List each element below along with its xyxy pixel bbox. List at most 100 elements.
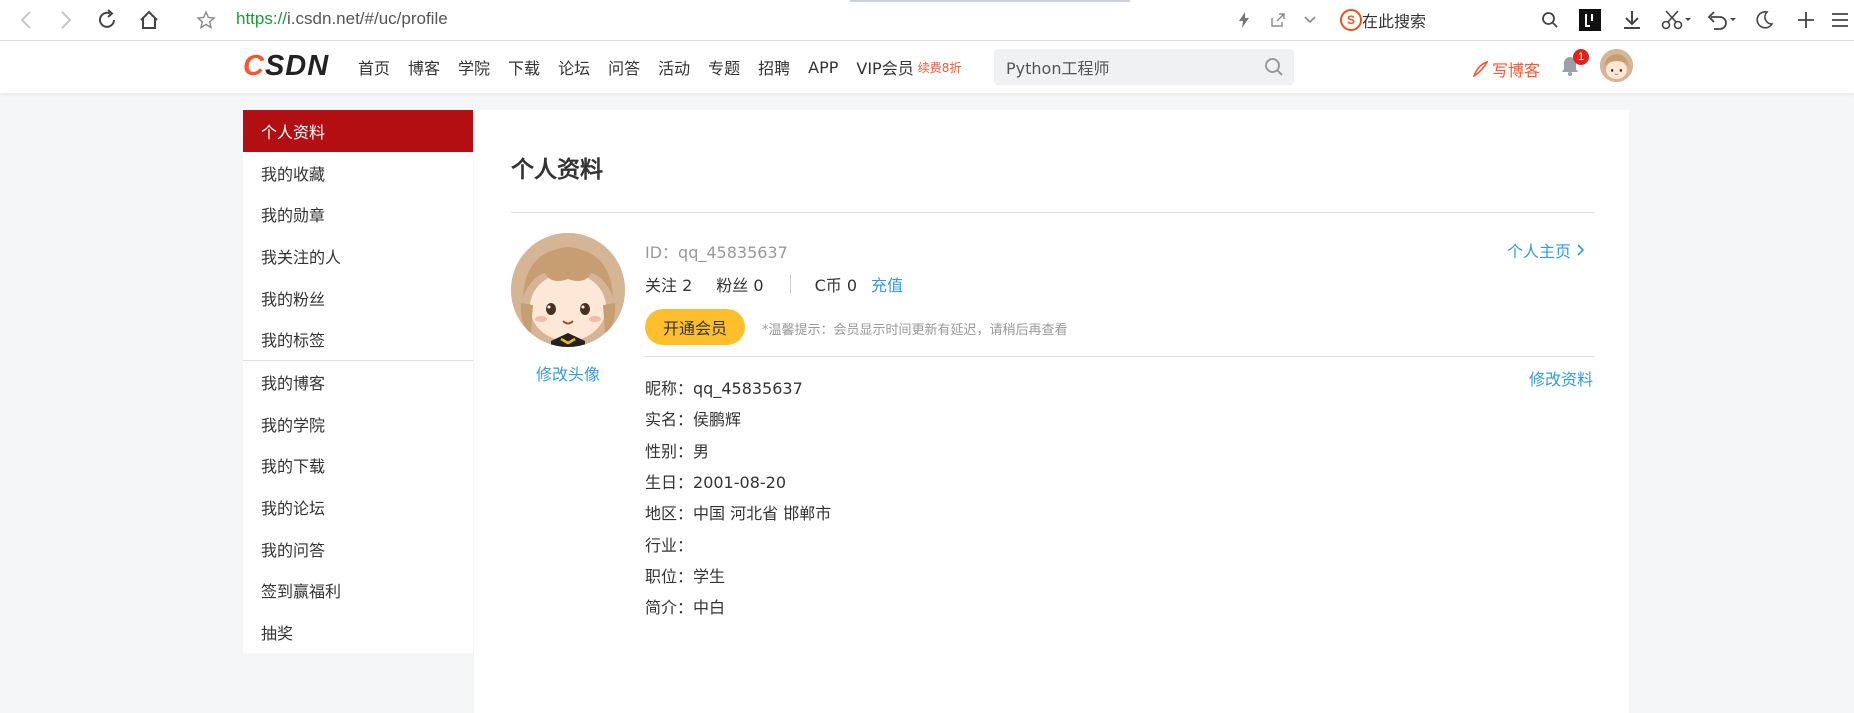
field-value: 侯鹏辉 (693, 410, 742, 430)
follow-count[interactable]: 关注 2 (645, 272, 692, 296)
sidebar-item[interactable]: 我的博客 (243, 361, 473, 403)
open-vip-button[interactable]: 开通会员 (645, 309, 745, 345)
browser-toolbar: https://i.csdn.net/#/uc/profile S 在此搜索 (0, 0, 1854, 41)
nav-item[interactable]: 博客 (408, 55, 440, 79)
lightning-icon[interactable] (1234, 8, 1254, 32)
nav-item[interactable]: 专题 (708, 55, 740, 79)
nav-item[interactable]: 学院 (458, 55, 490, 79)
user-stats: 关注 2 粉丝 0 C币 0 充值 (645, 272, 903, 296)
undo-icon[interactable] (1705, 8, 1739, 32)
csdn-logo[interactable]: CSDN (243, 50, 329, 83)
profile-field: 昵称：qq_45835637 (645, 375, 803, 399)
sidebar-item[interactable]: 我的收藏 (243, 152, 473, 194)
sidebar-item[interactable]: 抽奖 (243, 611, 473, 653)
stats-divider (789, 274, 791, 294)
profile-field: 简介：中白 (645, 594, 725, 618)
profile-field: 性别：男 (645, 438, 709, 462)
nav-item[interactable]: VIP会员 (856, 55, 913, 79)
search-icon[interactable] (1264, 57, 1284, 81)
sidebar-item[interactable]: 签到赢福利 (243, 570, 473, 612)
address-bar[interactable]: https://i.csdn.net/#/uc/profile (236, 9, 448, 29)
reload-icon[interactable] (95, 8, 119, 32)
change-avatar-link[interactable]: 修改头像 (536, 361, 600, 385)
sidebar-item[interactable]: 个人资料 (243, 110, 473, 152)
field-value: 中白 (693, 598, 726, 618)
edit-profile-link[interactable]: 修改资料 (1529, 366, 1593, 390)
profile-field: 职位：学生 (645, 563, 725, 587)
field-label: 性别： (645, 441, 694, 461)
tab-indicator (850, 0, 1130, 2)
back-icon[interactable] (14, 8, 38, 32)
main-nav: 首页 博客 学院 下载 论坛 问答 活动 专题 招聘 APP VIP会员 续费8折 (358, 41, 961, 93)
field-value: qq_45835637 (693, 379, 803, 398)
new-tab-icon[interactable] (1794, 8, 1818, 32)
download-icon[interactable] (1620, 8, 1644, 32)
field-value: 男 (693, 441, 710, 461)
field-label: 简介： (645, 598, 694, 618)
sidebar-item[interactable]: 我的学院 (243, 403, 473, 445)
sogou-icon: S (1340, 9, 1362, 31)
forward-icon[interactable] (54, 8, 78, 32)
sidebar-item[interactable]: 我的粉丝 (243, 277, 473, 319)
user-avatar[interactable] (1600, 49, 1633, 82)
sidebar-item[interactable]: 我的问答 (243, 528, 473, 570)
profile-field: 行业： (645, 532, 693, 556)
divider (511, 212, 1594, 213)
nav-item[interactable]: 首页 (358, 55, 390, 79)
browser-search[interactable]: S 在此搜索 (1340, 4, 1560, 36)
field-value: 中国 河北省 邯郸市 (693, 504, 832, 524)
site-search-input[interactable] (1006, 49, 1246, 85)
vip-tip: *温馨提示：会员显示时间更新有延迟，请稍后再查看 (762, 323, 1068, 338)
sidebar-item[interactable]: 我关注的人 (243, 235, 473, 277)
notification-button[interactable]: 1 (1560, 49, 1589, 81)
divider (645, 356, 1594, 357)
write-blog-button[interactable]: 写博客 (1472, 57, 1540, 81)
field-label: 实名： (645, 410, 694, 430)
extension-icon[interactable] (1578, 8, 1602, 32)
personal-homepage-label: 个人主页 (1507, 242, 1572, 261)
chevron-right-icon (1577, 244, 1585, 256)
field-label: 生日： (645, 472, 694, 492)
nav-item[interactable]: 下载 (508, 55, 540, 79)
sidebar-item[interactable]: 我的论坛 (243, 486, 473, 528)
moon-icon[interactable] (1752, 8, 1776, 32)
menu-icon[interactable] (1830, 8, 1850, 32)
chevron-down-icon[interactable] (1300, 8, 1320, 32)
write-blog-label: 写博客 (1492, 61, 1541, 80)
site-search (994, 49, 1294, 85)
scissors-icon[interactable] (1660, 8, 1694, 32)
pen-icon (1472, 61, 1488, 77)
user-id: ID：qq_45835637 (645, 243, 788, 262)
profile-panel: 个人资料 修改头像 ID：qq_45835637 关注 2 粉丝 0 C币 0 … (474, 110, 1629, 713)
recharge-link[interactable]: 充值 (871, 272, 903, 296)
nav-item[interactable]: APP (808, 58, 838, 77)
sidebar-item[interactable]: 我的下载 (243, 445, 473, 487)
field-label: 职位： (645, 566, 694, 586)
field-label: 昵称： (645, 379, 694, 398)
search-placeholder: 在此搜索 (1362, 12, 1427, 31)
sidebar-item[interactable]: 我的标签 (243, 318, 473, 360)
vip-discount-badge[interactable]: 续费8折 (918, 59, 962, 76)
notification-count-badge: 1 (1573, 49, 1589, 65)
personal-homepage-link[interactable]: 个人主页 (1507, 238, 1586, 262)
nav-item[interactable]: 论坛 (558, 55, 590, 79)
page-title: 个人资料 (511, 157, 603, 183)
url-path: i.csdn.net/#/uc/profile (287, 9, 448, 28)
fans-count[interactable]: 粉丝 0 (716, 272, 763, 296)
search-icon[interactable] (1538, 8, 1562, 32)
site-header: CSDN 首页博客学院下载论坛问答活动专题招聘APPVIP会员续费8折 写博客 … (0, 41, 1854, 93)
profile-field: 实名：侯鹏辉 (645, 406, 741, 430)
nav-item[interactable]: 招聘 (758, 55, 790, 79)
bookmark-star-icon[interactable] (194, 8, 218, 32)
nav-item[interactable]: 问答 (608, 55, 640, 79)
nav-item[interactable]: 活动 (658, 55, 690, 79)
profile-field: 地区：中国 河北省 邯郸市 (645, 500, 831, 524)
field-value: 学生 (693, 566, 726, 586)
profile-field: 生日：2001-08-20 (645, 469, 786, 493)
field-label: 地区： (645, 504, 694, 524)
field-label: 行业： (645, 535, 694, 555)
profile-avatar[interactable] (511, 233, 625, 347)
home-icon[interactable] (136, 8, 162, 32)
sidebar-item[interactable]: 我的勋章 (243, 193, 473, 235)
share-icon[interactable] (1268, 8, 1288, 32)
